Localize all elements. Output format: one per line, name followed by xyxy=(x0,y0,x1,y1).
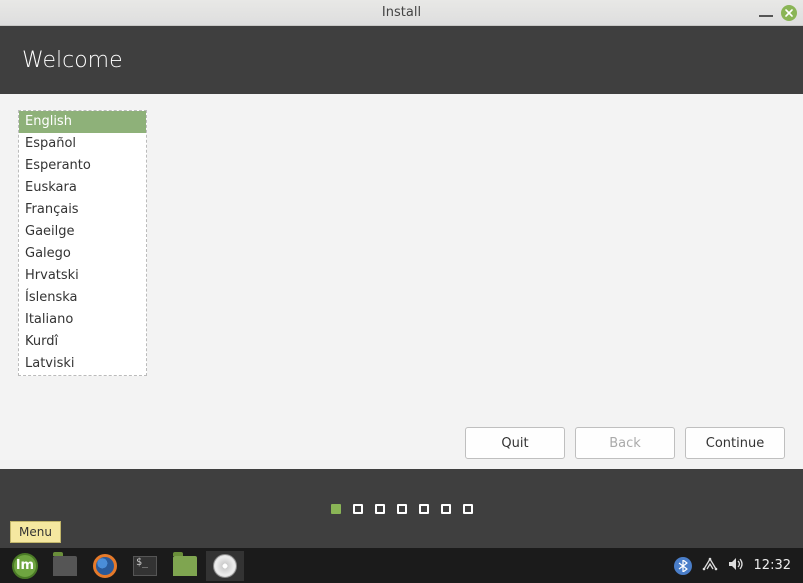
language-option[interactable]: Galego xyxy=(19,243,146,265)
desktop-icon xyxy=(53,556,77,576)
progress-dot xyxy=(353,504,363,514)
terminal-icon: $_ xyxy=(133,556,157,576)
language-option[interactable]: Français xyxy=(19,199,146,221)
firefox-icon xyxy=(93,554,117,578)
language-option[interactable]: Gaeilge xyxy=(19,221,146,243)
menu-tooltip: Menu xyxy=(10,521,61,543)
close-button[interactable] xyxy=(781,5,797,21)
close-icon xyxy=(784,8,794,18)
files-launcher[interactable] xyxy=(166,551,204,581)
taskbar-left: lm $_ xyxy=(6,551,244,581)
clock[interactable]: 12:32 xyxy=(754,558,791,573)
minimize-button[interactable] xyxy=(759,15,773,17)
continue-button[interactable]: Continue xyxy=(685,427,785,459)
network-tray[interactable] xyxy=(702,557,718,575)
language-option[interactable]: English xyxy=(19,111,146,133)
firefox-launcher[interactable] xyxy=(86,551,124,581)
page-title: Welcome xyxy=(22,48,123,73)
progress-dot xyxy=(331,504,341,514)
bluetooth-icon xyxy=(678,560,688,572)
spacer xyxy=(18,376,785,427)
disc-icon xyxy=(213,554,237,578)
mint-logo-icon: lm xyxy=(12,553,38,579)
menu-button[interactable]: lm xyxy=(6,551,44,581)
language-option[interactable]: Kurdî xyxy=(19,331,146,353)
language-option[interactable]: Esperanto xyxy=(19,155,146,177)
progress-dot xyxy=(375,504,385,514)
show-desktop-button[interactable] xyxy=(46,551,84,581)
language-option[interactable]: Íslenska xyxy=(19,287,146,309)
network-icon xyxy=(702,557,718,571)
progress-dots xyxy=(0,469,803,548)
window-controls xyxy=(759,5,797,21)
volume-icon xyxy=(728,557,744,571)
progress-dot xyxy=(419,504,429,514)
window-titlebar: Install xyxy=(0,0,803,26)
progress-dot xyxy=(397,504,407,514)
language-option[interactable]: Español xyxy=(19,133,146,155)
page-header: Welcome xyxy=(0,26,803,94)
language-option[interactable]: Italiano xyxy=(19,309,146,331)
content-area: EnglishEspañolEsperantoEuskaraFrançaisGa… xyxy=(0,94,803,469)
folder-icon xyxy=(173,556,197,576)
language-list[interactable]: EnglishEspañolEsperantoEuskaraFrançaisGa… xyxy=(18,110,147,376)
language-option[interactable]: Euskara xyxy=(19,177,146,199)
language-option[interactable]: Latviski xyxy=(19,353,146,375)
bluetooth-tray[interactable] xyxy=(674,557,692,575)
taskbar: lm $_ 12:32 xyxy=(0,548,803,583)
button-row: Quit Back Continue xyxy=(18,427,785,459)
back-button: Back xyxy=(575,427,675,459)
taskbar-app-install[interactable] xyxy=(206,551,244,581)
quit-button[interactable]: Quit xyxy=(465,427,565,459)
terminal-launcher[interactable]: $_ xyxy=(126,551,164,581)
system-tray: 12:32 xyxy=(674,557,797,575)
progress-dot xyxy=(441,504,451,514)
volume-tray[interactable] xyxy=(728,557,744,575)
window-title: Install xyxy=(0,5,803,20)
progress-dot xyxy=(463,504,473,514)
language-option[interactable]: Hrvatski xyxy=(19,265,146,287)
